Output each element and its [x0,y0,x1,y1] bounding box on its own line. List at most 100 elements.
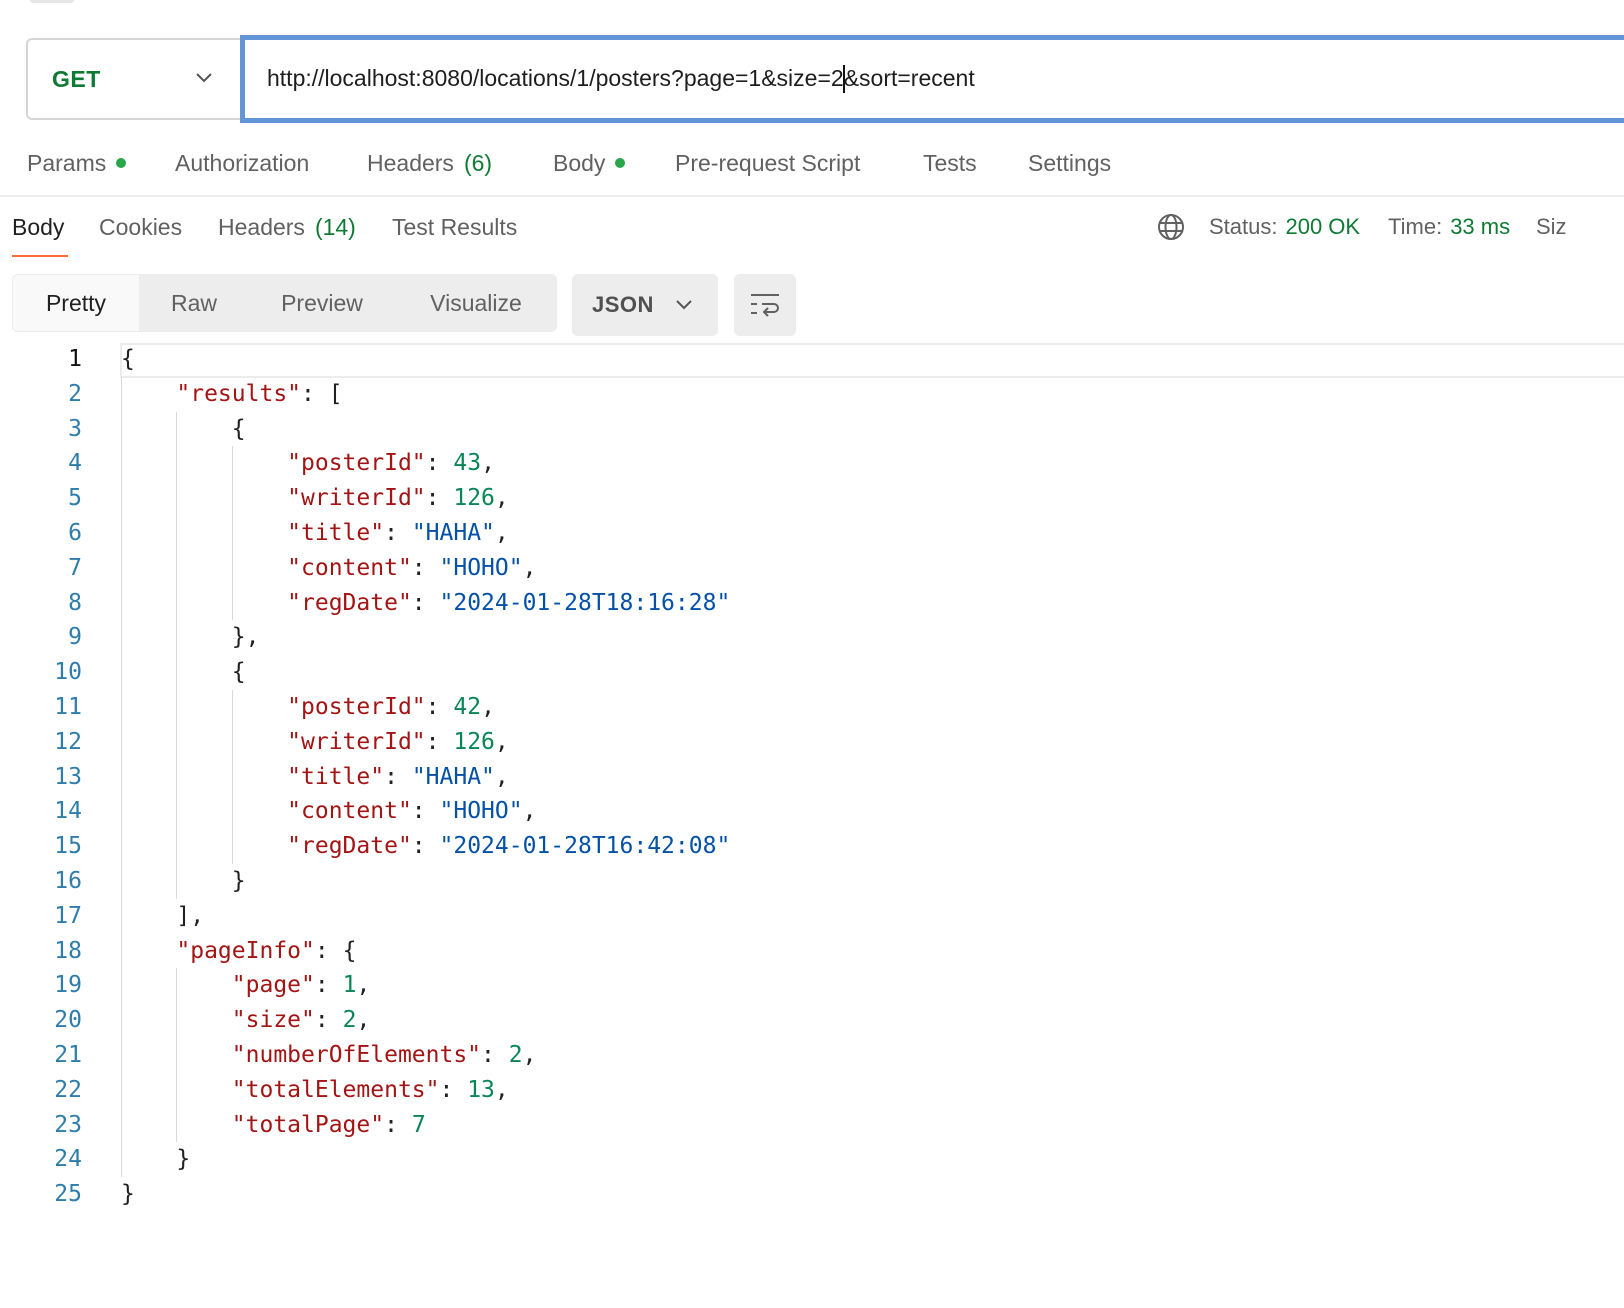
current-line-highlight [120,343,1624,378]
json-key: "size" [231,1007,315,1034]
json-key: "posterId" [287,450,426,477]
json-key: "writerId" [287,485,426,512]
line-number: 9 [68,624,82,651]
json-key: "posterId" [287,694,426,720]
line-number: 3 [68,415,82,442]
status-readout[interactable]: Status: 200 OK [1209,207,1360,247]
size-readout[interactable]: Siz [1536,207,1567,247]
status-value: 200 OK [1285,214,1361,239]
json-number: 126 [453,485,495,512]
line-number: 20 [54,1007,82,1034]
response-body-editor[interactable]: 1 2 3 4 5 6 7 8 9 10 11 12 13 14 15 16 17 18 19 20 21 22 23 24 2… [0,342,1624,1222]
json-key: "pageInfo" [176,937,315,964]
code-line: "totalElements": 13, [121,1073,509,1108]
tab-label: Tests [923,149,977,176]
json-punctuation: : [411,798,440,825]
section-divider [0,195,1624,197]
json-punctuation: } [121,868,246,894]
json-key: "title" [287,763,385,790]
json-key: "regDate" [287,589,412,616]
json-punctuation [121,520,287,546]
json-punctuation: : [425,450,454,477]
response-tab-body[interactable]: Body [12,207,64,247]
line-number: 12 [54,728,82,755]
json-punctuation: , [356,972,371,999]
time-readout[interactable]: Time: 33 ms [1388,207,1510,247]
json-punctuation [121,938,176,964]
tab-body[interactable]: Body [553,143,626,183]
json-punctuation: }, [121,624,260,651]
tab-params[interactable]: Params [27,143,127,183]
code-line: "content": "HOHO", [121,794,536,829]
tab-settings[interactable]: Settings [1028,143,1111,183]
tab-label: Pre-request Script [675,149,861,176]
line-number: 8 [68,589,82,616]
format-dropdown[interactable]: JSON [572,274,718,336]
code-line: "posterId": 43, [121,446,495,481]
tab-label: Settings [1028,149,1112,176]
line-number: 6 [68,520,82,546]
line-number: 15 [54,833,82,860]
json-key: "totalElements" [231,1076,440,1103]
globe-icon[interactable] [1156,212,1186,242]
code-line: "regDate": "2024-01-28T18:16:28" [121,586,730,621]
tab-tests[interactable]: Tests [923,143,977,183]
chevron-down-icon [196,73,212,83]
line-number: 10 [54,659,82,686]
response-tab-cookies[interactable]: Cookies [99,207,182,247]
tab-headers[interactable]: Headers (6) [367,143,492,183]
json-key: "content" [287,798,412,825]
json-punctuation [121,381,176,407]
json-punctuation: { [121,415,246,442]
json-punctuation [121,972,232,998]
response-tab-headers[interactable]: Headers (14) [218,207,356,247]
line-number: 2 [68,380,82,407]
line-number: 5 [68,485,82,512]
json-key: "results" [176,380,302,407]
tab-label: Headers [367,149,454,176]
json-key: "numberOfElements" [231,1042,482,1068]
code-line: "results": [ [121,377,343,412]
json-punctuation: : [411,833,440,860]
json-punctuation: : [ [301,380,343,407]
response-tab-test-results[interactable]: Test Results [392,207,517,247]
view-raw-button[interactable]: Raw [140,274,248,332]
view-preview-button[interactable]: Preview [248,274,396,332]
line-number: 18 [54,937,82,964]
url-input[interactable]: http://localhost:8080/locations/1/poster… [240,35,1624,123]
tab-pre-request-script[interactable]: Pre-request Script [675,143,860,183]
json-key: "title" [287,520,385,546]
json-punctuation: { [121,346,135,372]
wrap-lines-icon [751,294,779,317]
code-line: { [121,412,246,447]
view-visualize-button[interactable]: Visualize [396,274,556,332]
line-number: 23 [54,1111,82,1138]
json-number: 2 [342,1007,357,1034]
json-punctuation [121,1042,232,1068]
json-string: "HAHA" [411,763,495,790]
json-punctuation: : [384,763,412,790]
json-punctuation: } [121,1181,135,1208]
method-dropdown[interactable]: GET [26,38,240,120]
chevron-down-icon [676,300,692,310]
tab-label: Test Results [392,213,518,240]
json-punctuation: , [481,450,495,477]
view-pretty-button[interactable]: Pretty [12,274,140,332]
line-number: 21 [54,1042,82,1068]
wrap-lines-button[interactable] [734,274,796,336]
status-dot [615,158,626,168]
active-tab-indicator [12,255,68,257]
json-punctuation: , [522,798,537,825]
json-key: "content" [287,554,412,581]
line-number: 11 [54,694,82,720]
json-punctuation: : { [314,937,357,964]
json-key: "regDate" [287,833,412,860]
json-punctuation: , [522,1042,537,1068]
json-punctuation [121,485,287,511]
tab-label: Body [12,213,65,240]
code-line: } [121,864,246,899]
json-punctuation: , [356,1007,371,1034]
code-line: "regDate": "2024-01-28T16:42:08" [121,829,730,864]
json-punctuation [121,833,287,859]
tab-authorization[interactable]: Authorization [175,143,309,183]
